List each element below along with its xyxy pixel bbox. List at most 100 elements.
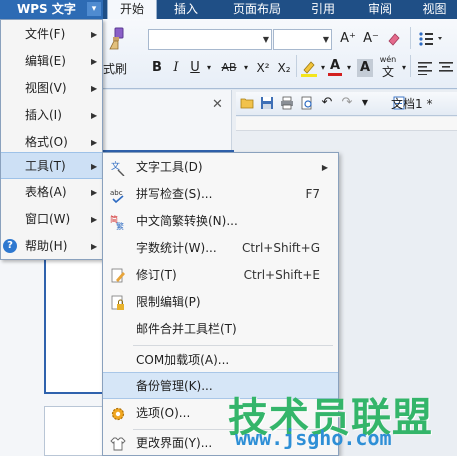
menu-item-revision[interactable]: 修订(T) Ctrl+Shift+E — [103, 262, 338, 289]
menu-item-edit[interactable]: 编辑(E) ▶ — [1, 48, 102, 75]
menu-item-tools[interactable]: 工具(T) ▶ — [1, 152, 102, 179]
menu-item-table[interactable]: 表格(A) ▶ — [1, 179, 102, 206]
menu-item-spell-check[interactable]: abc 拼写检查(S)... F7 — [103, 181, 338, 208]
menu-item-label: 字数统计(W)... — [136, 241, 217, 255]
menu-item-word-count[interactable]: 字数统计(W)... Ctrl+Shift+G — [103, 235, 338, 262]
tab-references[interactable]: 引用 — [300, 0, 346, 19]
highlight-pen-icon[interactable] — [300, 59, 318, 77]
font-name-combo[interactable]: ▼ — [148, 29, 272, 50]
chevron-down-icon[interactable]: ▼ — [323, 35, 329, 44]
redo-icon[interactable]: ↷ — [340, 96, 354, 110]
chevron-right-icon: ▶ — [91, 188, 98, 197]
app-menu-arrow-icon[interactable]: ▾ — [87, 2, 101, 16]
print-preview-icon[interactable] — [300, 96, 314, 110]
svg-text:繁: 繁 — [116, 221, 124, 230]
menu-item-label: 邮件合并工具栏(T) — [136, 322, 237, 336]
chevron-right-icon: ▶ — [91, 162, 98, 171]
menu-item-label: 文字工具(D) — [136, 160, 203, 174]
chevron-right-icon: ▶ — [91, 57, 98, 66]
menu-item-text-tools[interactable]: 文 文字工具(D) ▶ — [103, 154, 338, 181]
ribbon-separator — [410, 27, 411, 49]
document-tab[interactable]: 文档1 * — [391, 95, 432, 112]
bold-button[interactable]: B — [150, 59, 164, 77]
open-folder-icon[interactable] — [240, 96, 254, 110]
menu-item-label: 限制编辑(P) — [136, 295, 201, 309]
wps-app-menu-button[interactable]: WPS 文字 ▾ — [0, 0, 103, 19]
underline-button[interactable]: U — [188, 59, 202, 77]
menu-item-com-addins[interactable]: COM加载项(A)... — [103, 347, 338, 374]
bullet-list-icon[interactable] — [418, 31, 448, 47]
menu-item-label: 更改界面(Y)... — [136, 436, 213, 450]
tab-insert[interactable]: 插入 — [163, 0, 209, 19]
chinese-convert-icon: 简繁 — [110, 214, 124, 230]
close-icon[interactable]: ✕ — [212, 97, 223, 112]
chevron-right-icon: ▶ — [91, 111, 98, 120]
strikethrough-button[interactable]: AB — [218, 59, 240, 77]
tab-review[interactable]: 审阅 — [356, 0, 404, 19]
menu-item-label: 中文简繁转换(N)... — [136, 214, 238, 228]
format-brush-icon[interactable] — [104, 27, 126, 51]
menu-item-label: 帮助(H) — [25, 239, 68, 253]
grow-font-button[interactable]: A⁺ — [338, 30, 358, 48]
shrink-font-button[interactable]: A⁻ — [361, 30, 381, 48]
subscript-button[interactable]: X₂ — [274, 59, 294, 77]
ribbon-separator — [296, 55, 297, 77]
chevron-down-icon[interactable]: ▾ — [344, 63, 354, 81]
menu-item-mail-merge-toolbar[interactable]: 邮件合并工具栏(T) — [103, 316, 338, 343]
menu-item-help[interactable]: ? 帮助(H) ▶ — [1, 233, 102, 260]
tab-start[interactable]: 开始 — [107, 0, 157, 19]
tab-page-layout[interactable]: 页面布局 — [222, 0, 292, 19]
menu-item-label: 工具(T) — [25, 159, 66, 173]
watermark-url: www.jsgho.com — [235, 426, 392, 450]
font-color-button[interactable]: A — [328, 57, 342, 76]
svg-text:abc: abc — [110, 189, 123, 197]
menu-item-restrict-editing[interactable]: 限制编辑(P) — [103, 289, 338, 316]
menu-separator — [133, 345, 333, 346]
chevron-down-icon[interactable]: ▼ — [358, 96, 372, 110]
chevron-down-icon[interactable]: ▾ — [399, 63, 409, 81]
tab-view[interactable]: 视图 — [412, 0, 457, 19]
app-name: WPS 文字 — [17, 2, 76, 16]
menu-item-insert[interactable]: 插入(I) ▶ — [1, 102, 102, 129]
chevron-right-icon: ▶ — [91, 30, 98, 39]
clear-format-icon[interactable] — [386, 31, 402, 47]
menu-item-label: 修订(T) — [136, 268, 177, 282]
menu-item-window[interactable]: 窗口(W) ▶ — [1, 206, 102, 233]
ribbon-tab-bar: WPS 文字 ▾ 开始 插入 页面布局 引用 审阅 视图 — [0, 0, 457, 19]
menu-item-file[interactable]: 文件(F) ▶ — [1, 21, 102, 48]
save-icon[interactable] — [260, 96, 274, 110]
superscript-button[interactable]: X² — [253, 59, 273, 77]
menu-item-label: 选项(O)... — [136, 406, 191, 420]
char-shading-button[interactable]: A — [357, 59, 373, 77]
chevron-right-icon: ▶ — [91, 242, 98, 251]
undo-icon[interactable]: ↶ — [320, 96, 334, 110]
italic-button[interactable]: I — [169, 59, 183, 77]
menu-item-label: 插入(I) — [25, 108, 62, 122]
menu-item-label: 格式(O) — [25, 135, 68, 149]
menu-item-view[interactable]: 视图(V) ▶ — [1, 75, 102, 102]
wps-main-menu: 文件(F) ▶ 编辑(E) ▶ 视图(V) ▶ 插入(I) ▶ 格式(O) ▶ 工具(T)… — [0, 19, 103, 260]
chevron-down-icon[interactable]: ▾ — [241, 63, 251, 81]
align-left-icon[interactable] — [418, 61, 434, 75]
align-center-icon[interactable] — [438, 61, 454, 75]
phonetic-guide-top[interactable]: wén — [377, 55, 399, 65]
chevron-down-icon[interactable]: ▼ — [263, 35, 269, 44]
font-size-combo[interactable]: ▼ — [273, 29, 332, 50]
format-brush-label[interactable]: 式刷 — [103, 60, 127, 77]
menu-item-label: 视图(V) — [25, 81, 67, 95]
print-icon[interactable] — [280, 96, 294, 110]
text-tools-icon: 文 — [111, 160, 125, 176]
menu-item-chinese-convert[interactable]: 简繁 中文简繁转换(N)... — [103, 208, 338, 235]
chevron-down-icon[interactable]: ▾ — [318, 63, 328, 81]
menu-item-label: 表格(A) — [25, 185, 67, 199]
ribbon-separator — [410, 55, 411, 77]
spell-check-icon: abc — [110, 189, 124, 203]
chevron-right-icon: ▶ — [91, 215, 98, 224]
shortcut-label: Ctrl+Shift+E — [243, 268, 320, 282]
chevron-right-icon: ▶ — [321, 163, 328, 172]
menu-item-label: 窗口(W) — [25, 212, 71, 226]
menu-item-label: 拼写检查(S)... — [136, 187, 213, 201]
phonetic-guide-button[interactable]: 文 — [377, 65, 399, 79]
chevron-down-icon[interactable]: ▾ — [204, 63, 214, 81]
help-icon: ? — [3, 239, 17, 253]
